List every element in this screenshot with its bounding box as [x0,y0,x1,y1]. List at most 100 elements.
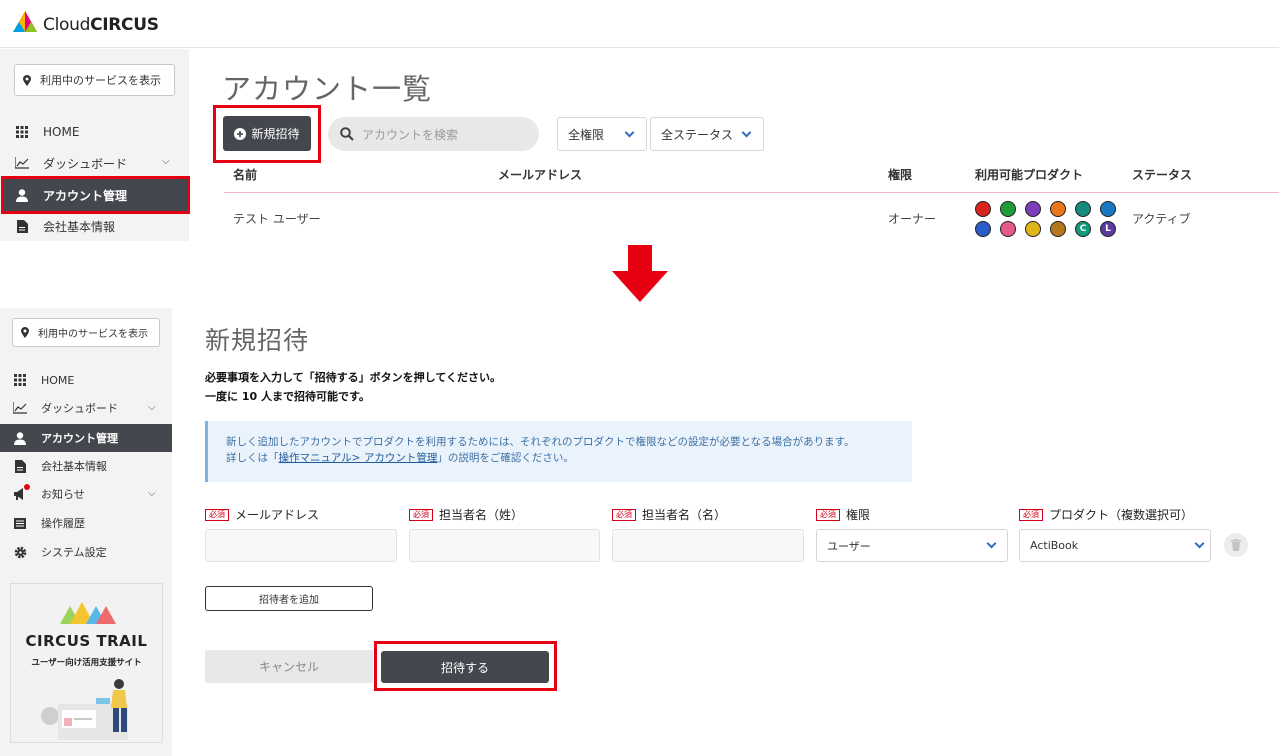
role-filter-select[interactable]: 全権限 [557,117,647,151]
sidebar-item-label: お知らせ [41,488,85,501]
role-filter-value: 全権限 [568,127,605,142]
email-label: 必須 メールアドレス [205,506,319,523]
required-badge: 必須 [205,508,229,521]
product-icon [1050,221,1066,237]
top-bar: CloudCIRCUS [0,0,1279,48]
column-header-email[interactable]: メールアドレス [498,166,582,183]
column-header-role[interactable]: 権限 [888,166,912,183]
product-icon: L [1100,221,1116,237]
pin-icon [21,327,29,338]
megaphone-icon [13,484,30,501]
last-name-field[interactable] [409,529,600,562]
column-header-name[interactable]: 名前 [233,166,257,183]
product-icon [1000,201,1016,217]
highlight-box [1,176,190,214]
sidebar-item-system-settings[interactable]: システム設定 [13,544,168,560]
sidebar-item-label: 会社基本情報 [43,219,116,234]
mountain-logo-icon [60,602,116,624]
first-name-label: 必須 担当者名（名） [612,506,726,523]
chart-line-icon [13,401,27,415]
form-title: 新規招待 [205,326,310,355]
banner-subtitle: ユーザー向け活用支援サイト [31,658,142,668]
brand-name-bold: CIRCUS [90,15,159,35]
sidebar-item-dashboard[interactable]: ダッシュボード [13,400,168,416]
sidebar-item-home[interactable]: HOME [13,372,168,388]
status-filter-value: 全ステータス [661,127,734,142]
arrow-down-icon [612,245,668,302]
account-search-input[interactable]: アカウントを検索 [328,117,539,151]
highlight-box [213,105,321,163]
product-icon [1000,221,1016,237]
required-badge: 必須 [409,508,433,521]
chevron-down-icon [986,538,997,549]
sidebar-item-account-management[interactable]: アカウント管理 [0,424,172,452]
service-list-button[interactable]: 利用中のサービスを表示 [12,318,160,347]
chart-line-icon [15,156,29,170]
column-header-status[interactable]: ステータス [1132,166,1192,183]
banner-title: CIRCUS TRAIL [25,632,148,650]
product-select-value: ActiBook [1030,539,1079,552]
chevron-down-icon [1194,538,1205,549]
sidebar-item-history[interactable]: 操作履歴 [13,515,168,531]
field-label-text: プロダクト（複数選択可） [1049,508,1194,522]
manual-link[interactable]: 操作マニュアル> アカウント管理 [279,452,438,464]
page-title: アカウント一覧 [222,72,433,106]
column-header-products[interactable]: 利用可能プロダクト [975,166,1083,183]
sidebar-item-label: システム設定 [41,546,107,559]
circus-trail-banner[interactable]: CIRCUS TRAIL ユーザー向け活用支援サイト [10,583,163,743]
search-icon [340,127,354,141]
sidebar-item-home[interactable]: HOME [15,124,185,140]
trash-icon [1231,539,1241,551]
sidebar-item-label: ダッシュボード [43,156,128,171]
service-list-label: 利用中のサービスを表示 [38,329,148,340]
sidebar-item-label: アカウント管理 [41,432,118,445]
chevron-down-icon [624,127,635,138]
chevron-down-icon [741,127,752,138]
first-name-field[interactable] [612,529,804,562]
sidebar-item-notices[interactable]: お知らせ [13,484,168,502]
service-list-button[interactable]: 利用中のサービスを表示 [14,64,175,96]
brand-name[interactable]: CloudCIRCUS [43,15,159,35]
required-badge: 必須 [612,508,636,521]
field-label-text: 担当者名（姓） [439,508,524,522]
sidebar-item-label: HOME [41,373,75,387]
product-icon [975,201,991,217]
product-icon [1100,201,1116,217]
product-label: 必須 プロダクト（複数選択可） [1019,506,1193,523]
product-icon [1075,201,1091,217]
product-select[interactable]: ActiBook [1019,529,1211,562]
document-icon [13,459,27,473]
sidebar-item-label: HOME [43,125,80,139]
required-badge: 必須 [1019,508,1043,521]
row-role: オーナー [888,212,937,226]
status-filter-select[interactable]: 全ステータス [650,117,764,151]
sidebar-item-company-info[interactable]: 会社基本情報 [15,218,185,234]
email-field[interactable] [205,529,397,562]
sidebar-item-dashboard[interactable]: ダッシュボード [15,155,185,171]
pin-icon [23,74,31,86]
document-icon [15,219,29,233]
brand-name-light: Cloud [43,15,91,35]
info-suffix: 」の説明をご確認ください。 [437,452,574,464]
chevron-down-icon[interactable]: ⌵ [148,488,156,499]
chevron-down-icon[interactable]: ⌵ [162,156,170,167]
role-select[interactable]: ユーザー [816,529,1008,562]
cancel-button[interactable]: キャンセル [205,650,373,683]
last-name-label: 必須 担当者名（姓） [409,506,523,523]
instruction-text: 必要事項を入力して「招待する」ボタンを押してください。 [205,371,502,384]
sidebar-item-label: ダッシュボード [41,402,118,415]
info-line-2: 詳しくは「操作マニュアル> アカウント管理」の説明をご確認ください。 [226,450,912,466]
delete-row-button[interactable] [1224,533,1248,557]
row-status: アクティブ [1132,212,1191,226]
field-label-text: 担当者名（名） [642,508,727,522]
row-name[interactable]: テスト ユーザー [233,210,321,227]
sidebar-item-company-info[interactable]: 会社基本情報 [13,458,168,474]
sidebar-item-label: 操作履歴 [41,517,85,530]
chevron-down-icon[interactable]: ⌵ [148,402,156,413]
list-icon [13,516,27,530]
product-icon: C [1075,221,1091,237]
product-icon [1025,221,1041,237]
add-invitee-button[interactable]: 招待者を追加 [205,586,373,611]
user-icon [13,431,27,445]
required-badge: 必須 [816,508,840,521]
